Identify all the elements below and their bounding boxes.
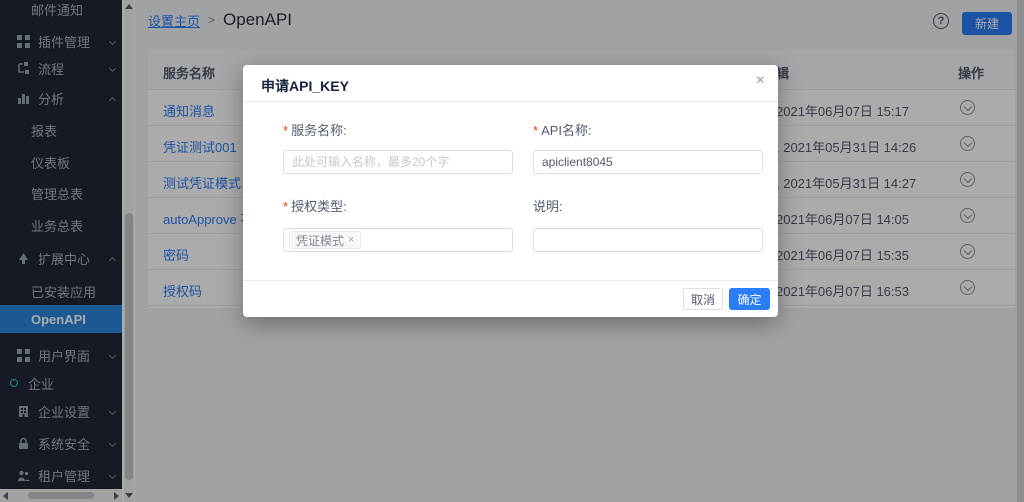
confirm-button[interactable]: 确定 <box>729 288 770 310</box>
label-text: 授权类型: <box>291 199 347 214</box>
auth-type-label: *授权类型: <box>283 196 347 215</box>
service-name-input[interactable] <box>283 150 513 174</box>
close-icon[interactable]: × <box>756 73 765 89</box>
label-text: 服务名称: <box>291 123 347 138</box>
required-mark: * <box>533 123 538 138</box>
label-text: 说明: <box>533 199 563 214</box>
api-name-label: *API名称: <box>533 120 592 139</box>
api-name-input[interactable] <box>533 150 763 174</box>
description-input[interactable] <box>533 228 763 252</box>
auth-type-select[interactable]: 凭证模式 × <box>283 228 513 252</box>
app-window: 邮件通知 插件管理 流程 分析 <box>0 0 1024 502</box>
dialog-header: 申请API_KEY × <box>243 65 778 102</box>
dialog-title: 申请API_KEY <box>261 76 349 96</box>
tag-remove-icon[interactable]: × <box>348 234 354 246</box>
tag-label: 凭证模式 <box>296 232 344 249</box>
auth-type-tag: 凭证模式 × <box>289 231 361 249</box>
description-label: 说明: <box>533 196 563 215</box>
service-name-label: *服务名称: <box>283 120 347 139</box>
apply-api-key-dialog: 申请API_KEY × *服务名称: *API名称: *授权类型: 说明: 凭证… <box>243 65 778 317</box>
required-mark: * <box>283 199 288 214</box>
required-mark: * <box>283 123 288 138</box>
dialog-body: *服务名称: *API名称: *授权类型: 说明: 凭证模式 × <box>243 102 778 252</box>
dialog-footer: 取消 确定 <box>243 280 778 317</box>
label-text: API名称: <box>541 123 592 138</box>
cancel-button[interactable]: 取消 <box>683 288 723 310</box>
